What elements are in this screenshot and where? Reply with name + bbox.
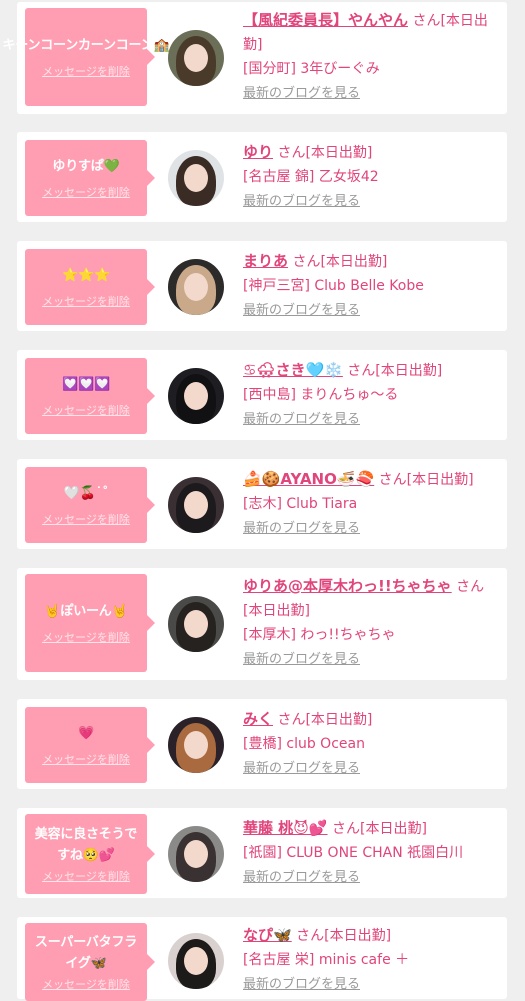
message-text: 💗	[78, 726, 94, 741]
profile-info: ゆり さん[本日出勤] [名古屋 錦] 乙女坂42 最新のブログを見る	[243, 140, 497, 214]
list-item: 🤘ぽいーん🤘 メッセージを削除 ゆりあ@本厚木わっ!!ちゃちゃ さん[本日出勤]…	[17, 568, 507, 680]
profile-info: 【風紀委員長】やんやん さん[本日出勤] [国分町] 3年びーぐみ 最新のブログ…	[243, 8, 497, 106]
name-suffix: さん[本日出勤]	[273, 712, 373, 728]
delete-message-link[interactable]: メッセージを削除	[42, 629, 130, 645]
avatar[interactable]	[168, 477, 224, 533]
profile-name-link[interactable]: ゆりあ@本厚木わっ!!ちゃちゃ	[243, 577, 452, 595]
avatar[interactable]	[168, 717, 224, 773]
message-text: キーンコーンカーンコーン🏫	[2, 38, 170, 53]
list-item: 💗 メッセージを削除 みく さん[本日出勤] [豊橋] club Ocean 最…	[17, 699, 507, 789]
avatar[interactable]	[168, 826, 224, 882]
name-suffix: さん[本日出勤]	[342, 363, 443, 379]
list-item: ゆりすぱ💚 メッセージを削除 ゆり さん[本日出勤] [名古屋 錦] 乙女坂42…	[17, 132, 507, 222]
shop-label: [名古屋 栄] minis cafe ＋	[243, 952, 410, 968]
avatar-face	[184, 947, 208, 975]
profile-name-link[interactable]: なぴ🦋	[243, 926, 292, 944]
list-item: スーパーバタフライグ🦋 メッセージを削除 なぴ🦋 さん[本日出勤] [名古屋 栄…	[17, 917, 507, 1001]
avatar[interactable]	[168, 259, 224, 315]
name-suffix: さん[本日出勤]	[288, 254, 388, 270]
delete-message-link[interactable]: メッセージを削除	[42, 184, 130, 200]
avatar[interactable]	[168, 30, 224, 86]
message-bubble: 🤘ぽいーん🤘 メッセージを削除	[25, 574, 155, 672]
message-bubble: 美容に良さそうですね🥺💕 メッセージを削除	[25, 814, 155, 894]
message-text: 🤘ぽいーん🤘	[44, 604, 128, 619]
delete-message-link[interactable]: メッセージを削除	[42, 511, 130, 527]
latest-blog-link[interactable]: 最新のブログを見る	[243, 194, 360, 209]
message-text: 💟💟💟	[62, 377, 110, 392]
delete-message-link[interactable]: メッセージを削除	[42, 751, 130, 767]
profile-info: みく さん[本日出勤] [豊橋] club Ocean 最新のブログを見る	[243, 707, 497, 781]
message-text: スーパーバタフライグ🦋	[34, 935, 138, 971]
latest-blog-link[interactable]: 最新のブログを見る	[243, 870, 360, 885]
message-bubble: ⭐⭐⭐ メッセージを削除	[25, 249, 155, 325]
list-item: 🤍🍒˙˚ メッセージを削除 🍰🍪AYANO🍜🍣 さん[本日出勤] [志木] Cl…	[17, 459, 507, 549]
message-bubble: 💟💟💟 メッセージを削除	[25, 358, 155, 434]
latest-blog-link[interactable]: 最新のブログを見る	[243, 761, 360, 776]
profile-name-link[interactable]: ♋🌨さき🩵❄️	[243, 361, 343, 379]
delete-message-link[interactable]: メッセージを削除	[42, 868, 130, 884]
name-suffix: さん[本日出勤]	[291, 928, 392, 944]
profile-info: ゆりあ@本厚木わっ!!ちゃちゃ さん[本日出勤] [本厚木] わっ!!ちゃちゃ …	[243, 574, 497, 672]
girls-list: キーンコーンカーンコーン🏫 メッセージを削除 【風紀委員長】やんやん さん[本日…	[0, 0, 525, 1001]
profile-name-link[interactable]: ゆり	[243, 143, 273, 161]
avatar-face	[184, 731, 208, 759]
profile-name-link[interactable]: みく	[243, 710, 273, 728]
shop-label: [神戸三宮] Club Belle Kobe	[243, 278, 424, 294]
latest-blog-link[interactable]: 最新のブログを見る	[243, 412, 360, 427]
list-item: 美容に良さそうですね🥺💕 メッセージを削除 華藤 桃😈💕 さん[本日出勤] [祇…	[17, 808, 507, 898]
shop-label: [豊橋] club Ocean	[243, 736, 365, 752]
message-text: ゆりすぱ💚	[52, 159, 120, 174]
avatar[interactable]	[168, 150, 224, 206]
name-suffix: さん[本日出勤]	[374, 472, 474, 488]
latest-blog-link[interactable]: 最新のブログを見る	[243, 652, 360, 667]
profile-info: なぴ🦋 さん[本日出勤] [名古屋 栄] minis cafe ＋ 最新のブログ…	[243, 923, 497, 997]
message-bubble: ゆりすぱ💚 メッセージを削除	[25, 140, 155, 216]
latest-blog-link[interactable]: 最新のブログを見る	[243, 977, 360, 992]
profile-info: まりあ さん[本日出勤] [神戸三宮] Club Belle Kobe 最新のブ…	[243, 249, 497, 323]
profile-info: 華藤 桃😈💕 さん[本日出勤] [祇園] CLUB ONE CHAN 祇園白川 …	[243, 816, 497, 890]
delete-message-link[interactable]: メッセージを削除	[42, 293, 130, 309]
profile-info: 🍰🍪AYANO🍜🍣 さん[本日出勤] [志木] Club Tiara 最新のブロ…	[243, 467, 497, 541]
profile-name-link[interactable]: まりあ	[243, 252, 288, 270]
message-text: 美容に良さそうですね🥺💕	[34, 827, 138, 863]
shop-label: [名古屋 錦] 乙女坂42	[243, 169, 379, 185]
profile-name-link[interactable]: 🍰🍪AYANO🍜🍣	[243, 470, 374, 488]
avatar-face	[184, 382, 208, 410]
shop-label: [国分町] 3年びーぐみ	[243, 61, 380, 77]
delete-message-link[interactable]: メッセージを削除	[42, 63, 130, 79]
message-text: ⭐⭐⭐	[62, 268, 110, 283]
delete-message-link[interactable]: メッセージを削除	[42, 976, 130, 992]
avatar-face	[184, 44, 208, 72]
shop-label: [本厚木] わっ!!ちゃちゃ	[243, 627, 396, 643]
shop-label: [祇園] CLUB ONE CHAN 祇園白川	[243, 845, 464, 861]
message-bubble: スーパーバタフライグ🦋 メッセージを削除	[25, 923, 155, 1001]
avatar-face	[184, 610, 208, 638]
avatar-face	[184, 273, 208, 301]
message-bubble: キーンコーンカーンコーン🏫 メッセージを削除	[3, 8, 170, 106]
avatar[interactable]	[168, 596, 224, 652]
name-suffix: さん[本日出勤]	[327, 821, 427, 837]
avatar-face	[184, 840, 208, 868]
avatar[interactable]	[168, 933, 224, 989]
message-text: 🤍🍒˙˚	[63, 486, 109, 501]
list-item: キーンコーンカーンコーン🏫 メッセージを削除 【風紀委員長】やんやん さん[本日…	[3, 2, 507, 114]
profile-name-link[interactable]: 華藤 桃😈💕	[243, 819, 328, 837]
message-bubble: 🤍🍒˙˚ メッセージを削除	[25, 467, 155, 543]
profile-name-link[interactable]: 【風紀委員長】やんやん	[243, 11, 408, 29]
list-item: ⭐⭐⭐ メッセージを削除 まりあ さん[本日出勤] [神戸三宮] Club Be…	[17, 241, 507, 331]
latest-blog-link[interactable]: 最新のブログを見る	[243, 303, 360, 318]
message-bubble: 💗 メッセージを削除	[25, 707, 155, 783]
delete-message-link[interactable]: メッセージを削除	[42, 402, 130, 418]
list-item: 💟💟💟 メッセージを削除 ♋🌨さき🩵❄️ さん[本日出勤] [西中島] まりんち…	[17, 350, 507, 440]
profile-info: ♋🌨さき🩵❄️ さん[本日出勤] [西中島] まりんちゅ〜る 最新のブログを見る	[243, 358, 497, 432]
avatar[interactable]	[168, 368, 224, 424]
shop-label: [西中島] まりんちゅ〜る	[243, 387, 399, 403]
shop-label: [志木] Club Tiara	[243, 496, 358, 512]
latest-blog-link[interactable]: 最新のブログを見る	[243, 86, 360, 101]
avatar-face	[184, 164, 208, 192]
name-suffix: さん[本日出勤]	[273, 145, 373, 161]
avatar-face	[184, 491, 208, 519]
latest-blog-link[interactable]: 最新のブログを見る	[243, 521, 360, 536]
